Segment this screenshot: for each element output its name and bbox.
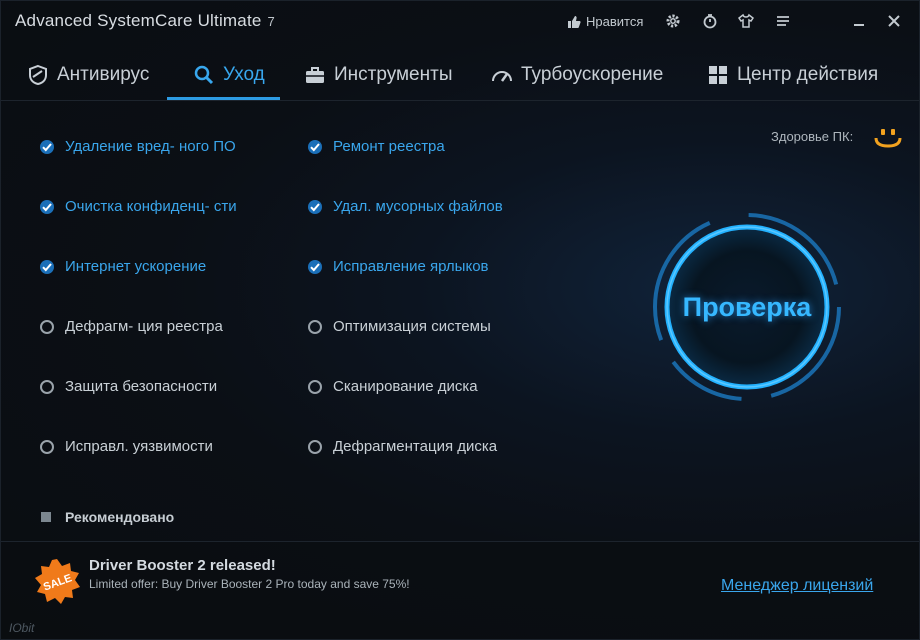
option-privacy-sweep[interactable]: Очистка конфиденц- сти — [39, 198, 237, 215]
title-bar: Advanced SystemCare Ultimate 7 Нравится — [1, 1, 919, 41]
promo-subtitle[interactable]: Limited offer: Buy Driver Booster 2 Pro … — [89, 577, 410, 591]
active-tab-indicator — [167, 97, 280, 100]
option-internet-boost[interactable]: Интернет ускорение — [39, 258, 206, 275]
option-label: Ремонт реестра — [333, 138, 445, 155]
settings-button[interactable] — [663, 11, 683, 31]
promo-title[interactable]: Driver Booster 2 released! — [89, 557, 276, 574]
tab-tools[interactable]: Инструменты — [304, 49, 452, 101]
checkmark-icon — [307, 139, 323, 155]
timer-icon — [703, 14, 717, 29]
close-button[interactable] — [884, 11, 904, 31]
recommended-label: Рекомендовано — [65, 509, 175, 525]
radio-icon — [307, 439, 323, 455]
option-system-optimization[interactable]: Оптимизация системы — [307, 318, 491, 335]
option-label: Дефрагм- ция реестра — [65, 318, 223, 335]
close-icon — [888, 15, 900, 27]
search-icon — [194, 65, 214, 85]
radio-icon — [307, 319, 323, 335]
tab-action-center-label: Центр действия — [737, 64, 879, 85]
tshirt-icon — [738, 13, 754, 28]
tab-care-label: Уход — [223, 64, 265, 85]
tab-care[interactable]: Уход — [193, 49, 265, 101]
option-security-defense[interactable]: Защита безопасности — [39, 378, 217, 395]
option-label: Исправление ярлыков — [333, 258, 489, 275]
radio-icon — [39, 379, 55, 395]
smiley-icon — [874, 129, 902, 148]
recommended-toggle[interactable]: Рекомендовано — [41, 509, 174, 525]
option-vulnerability-fix[interactable]: Исправл. уязвимости — [39, 438, 213, 455]
option-shortcut-fix[interactable]: Исправление ярлыков — [307, 258, 489, 275]
tab-turbo[interactable]: Турбоускорение — [491, 49, 663, 101]
option-registry-defrag[interactable]: Дефрагм- ция реестра — [39, 318, 223, 335]
pc-health-label: Здоровье ПК: — [771, 129, 854, 144]
option-label: Исправл. уязвимости — [65, 438, 213, 455]
checkmark-icon — [39, 199, 55, 215]
option-label: Сканирование диска — [333, 378, 478, 395]
option-junk-files[interactable]: Удал. мусорных файлов — [307, 198, 503, 215]
menu-icon — [777, 16, 789, 26]
tab-tools-label: Инструменты — [334, 64, 453, 85]
tab-turbo-label: Турбоускорение — [521, 64, 664, 85]
option-label: Дефрагментация диска — [333, 438, 498, 455]
app-version: 7 — [267, 14, 275, 29]
minimize-button[interactable] — [849, 11, 869, 31]
license-manager-link[interactable]: Менеджер лицензий — [721, 577, 873, 595]
thumbs-up-icon — [568, 15, 581, 28]
radio-icon — [39, 319, 55, 335]
toolbox-icon — [306, 67, 324, 83]
option-label: Удал. мусорных файлов — [333, 198, 503, 215]
checkmark-icon — [39, 259, 55, 275]
tab-antivirus[interactable]: Антивирус — [27, 49, 149, 101]
minimize-icon — [854, 24, 864, 26]
grid-icon — [709, 66, 727, 84]
square-icon — [41, 512, 51, 522]
brand-logo: IObit — [9, 621, 35, 635]
tab-action-center[interactable]: Центр действия — [707, 49, 878, 101]
app-window: Advanced SystemCare Ultimate 7 Нравится — [0, 0, 920, 640]
checkmark-icon — [307, 199, 323, 215]
like-button[interactable]: Нравится — [567, 14, 643, 29]
option-label: Оптимизация системы — [333, 318, 491, 335]
option-malware-removal[interactable]: Удаление вред- ного ПО — [39, 138, 236, 155]
option-label: Очистка конфиденц- сти — [65, 198, 237, 215]
checkmark-icon — [39, 139, 55, 155]
scan-area: Проверка — [637, 197, 857, 417]
speedometer-icon — [492, 71, 512, 82]
gear-icon — [666, 14, 680, 28]
shield-icon — [29, 64, 47, 86]
option-disk-defrag[interactable]: Дефрагментация диска — [307, 438, 497, 455]
update-button[interactable] — [700, 11, 720, 31]
menu-button[interactable] — [773, 11, 793, 31]
main-tabs: Антивирус Уход Инструменты Турбоускорени… — [1, 49, 919, 101]
option-label: Удаление вред- ного ПО — [65, 138, 236, 155]
app-title-text: Advanced SystemCare Ultimate — [15, 11, 262, 30]
option-disk-scan[interactable]: Сканирование диска — [307, 378, 478, 395]
option-label: Защита безопасности — [65, 378, 218, 395]
checkmark-icon — [307, 259, 323, 275]
tab-antivirus-label: Антивирус — [57, 64, 150, 85]
radio-icon — [39, 439, 55, 455]
skin-button[interactable] — [736, 11, 756, 31]
app-title: Advanced SystemCare Ultimate 7 — [15, 11, 275, 31]
radio-icon — [307, 379, 323, 395]
scan-button[interactable]: Проверка — [667, 227, 827, 387]
option-label: Интернет ускорение — [65, 258, 207, 275]
option-registry-clean[interactable]: Ремонт реестра — [307, 138, 445, 155]
like-label: Нравится — [586, 14, 644, 29]
sale-badge-icon[interactable]: SALE — [33, 557, 81, 605]
